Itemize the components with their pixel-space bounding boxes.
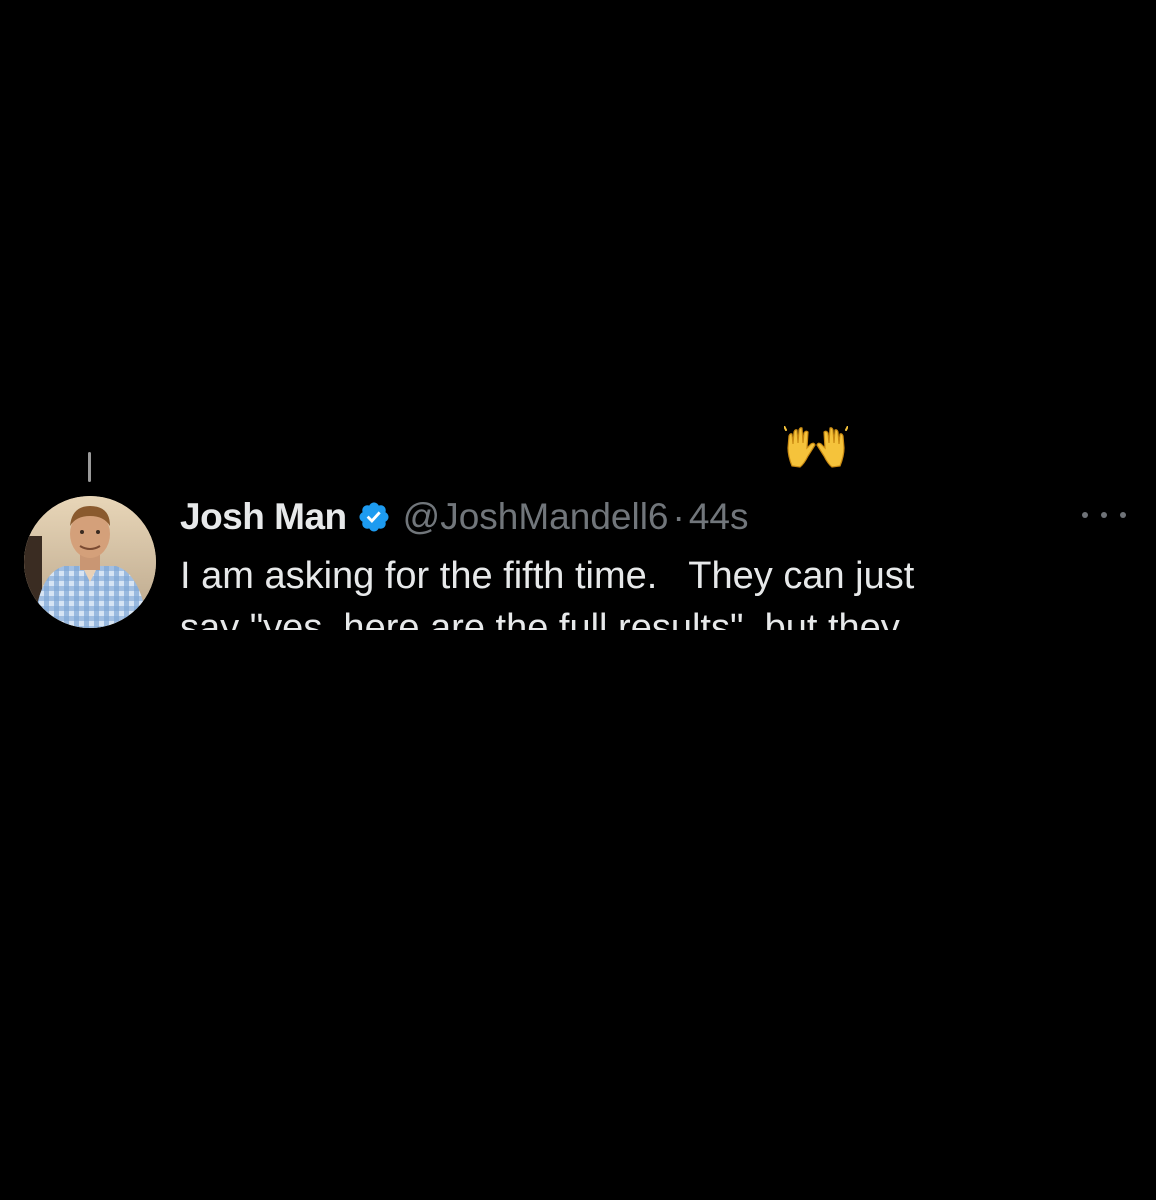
tweet-header: Josh Man @JoshMandell6 · 44s	[180, 492, 749, 542]
more-options-icon[interactable]	[1082, 503, 1126, 527]
verified-badge-icon	[357, 500, 391, 534]
separator-dot: ·	[672, 496, 685, 537]
tweet-text-line: say "yes, here are the full results", bu…	[180, 607, 900, 630]
avatar[interactable]	[24, 496, 156, 628]
more-dot	[1101, 512, 1107, 518]
timestamp[interactable]: 44s	[689, 496, 749, 538]
more-dot	[1120, 512, 1126, 518]
thread-connector-line	[88, 452, 91, 482]
author-name[interactable]: Josh Man	[180, 496, 347, 538]
tweet-text: I am asking for the fifth time. They can…	[180, 550, 1080, 630]
raising-hands-icon	[783, 425, 849, 470]
more-dot	[1082, 512, 1088, 518]
tweet-text-line: I am asking for the fifth time. They can…	[180, 555, 915, 597]
author-handle[interactable]: @JoshMandell6	[403, 496, 669, 538]
